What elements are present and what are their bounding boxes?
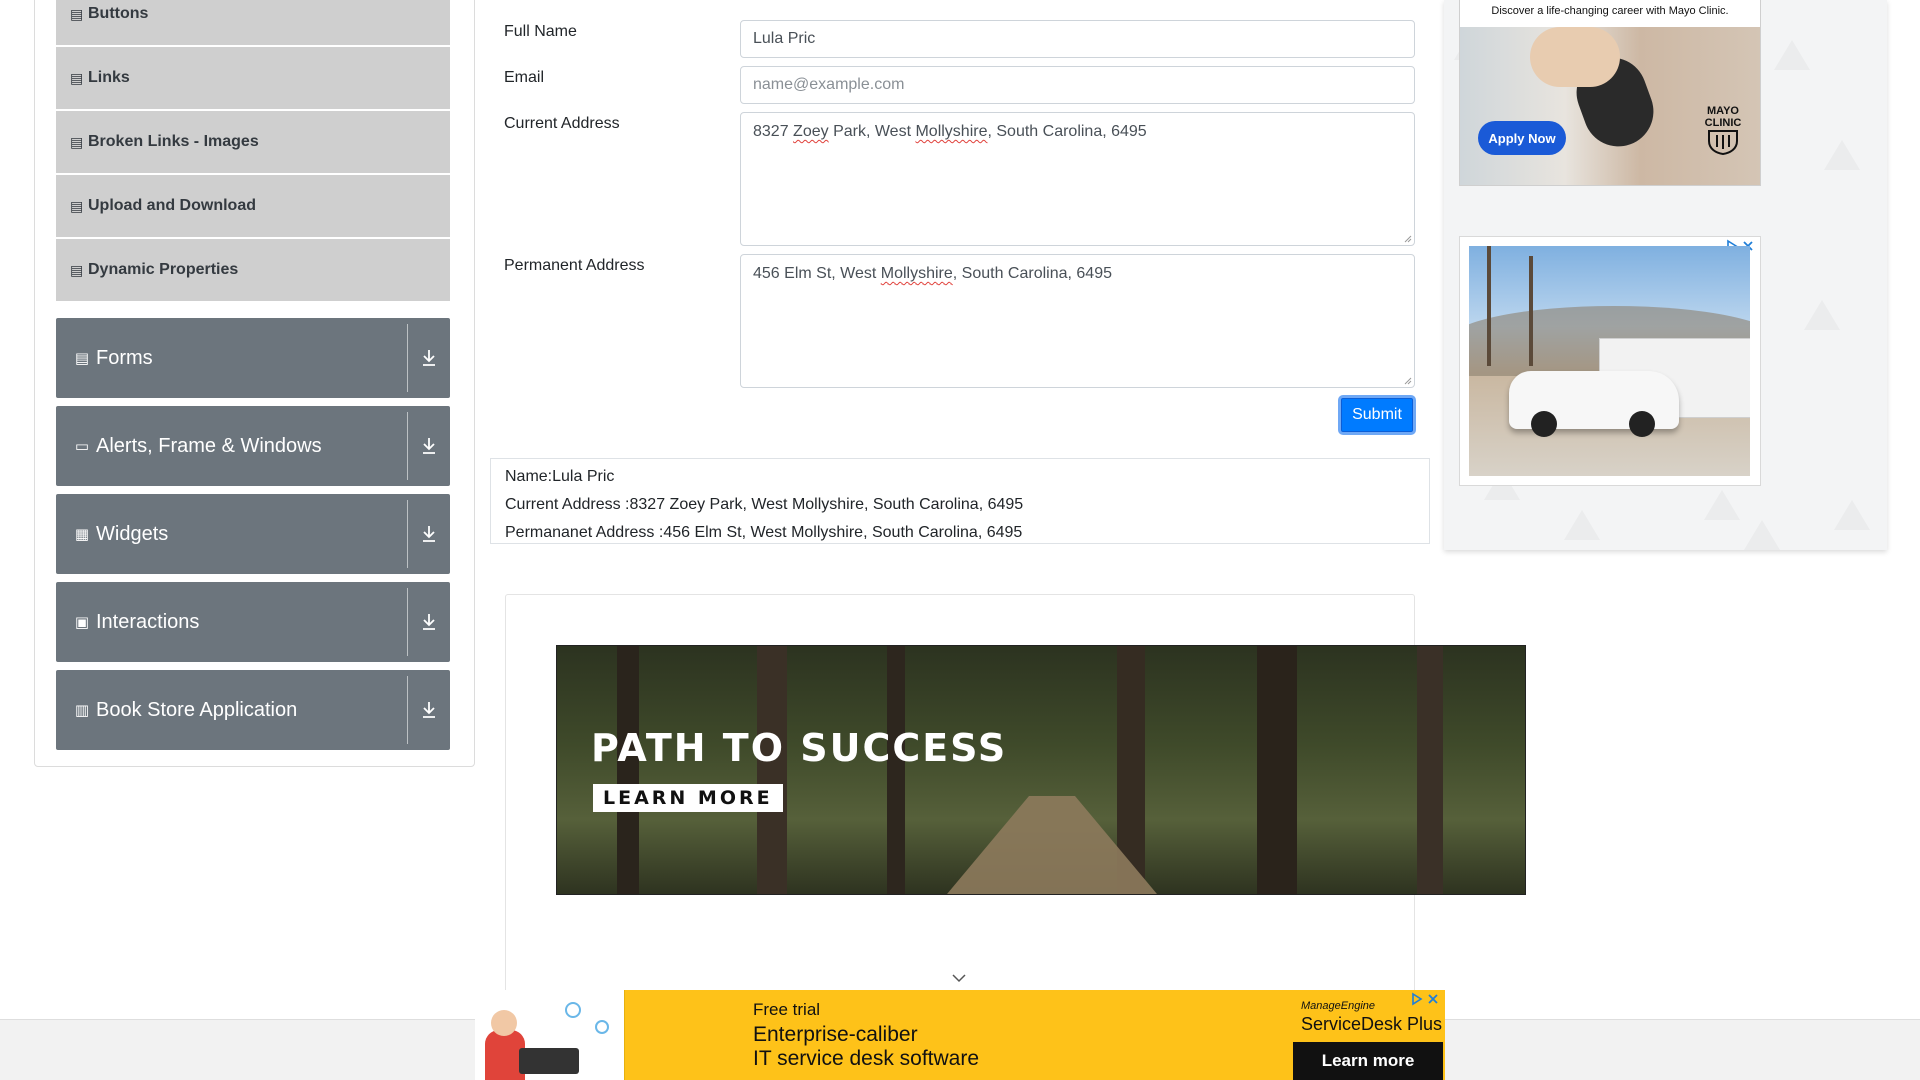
chevron-down-icon[interactable] [951,973,967,983]
text: 8327 [753,123,794,140]
sidebar-item-label: Buttons [88,5,149,22]
mayo-shield-icon [1708,130,1738,156]
misspelled-word: Zoey [793,123,829,140]
window-icon: ▭ [74,438,90,455]
email-label: Email [504,69,545,86]
sidebar-group-forms[interactable]: ▤ Forms [56,318,450,398]
group-label: Book Store Application [96,698,298,721]
output-box: Name:Lula Pric Current Address :8327 Zoe… [490,458,1430,544]
current-address-label: Current Address [504,115,620,132]
group-label: Interactions [96,610,200,633]
current-address-textarea[interactable]: 8327 Zoey Park, West Mollyshire, South C… [740,112,1415,246]
full-name-value: Lula Pric [753,30,816,47]
books-icon: ▥ [74,702,90,719]
group-label: Forms [96,346,153,369]
sidebar-group-widgets[interactable]: ▦ Widgets [56,494,450,574]
logo-text: CLINIC [1704,117,1742,129]
adchoices-icon[interactable] [1409,992,1441,1006]
output-permanent-address: Permananet Address :456 Elm St, West Mol… [505,524,1023,541]
manageengine-logo: ManageEngine [1301,1000,1376,1012]
sidebar-group-alerts[interactable]: ▭ Alerts, Frame & Windows [56,406,450,486]
path-to-success-ad[interactable]: PATH TO SUCCESS LEARN MORE [556,645,1526,895]
text: , South Carolina, 6495 [952,265,1112,282]
permanent-address-label: Permanent Address [504,257,645,274]
full-name-label: Full Name [504,23,577,40]
html5-icon: ▤ [70,133,84,150]
download-icon[interactable] [408,494,450,574]
submit-button[interactable]: Submit [1338,395,1416,435]
download-icon[interactable] [408,582,450,662]
document-icon: ▤ [74,350,90,367]
sidebar-item-label: Broken Links - Images [88,133,259,150]
misspelled-word: Mollyshire [915,123,988,140]
servicedesk-ad[interactable]: Free trial Enterprise-caliber IT service… [475,990,1445,1080]
ad-line3: IT service desk software [753,1047,980,1070]
output-current-address: Current Address :8327 Zoey Park, West Mo… [505,496,1024,513]
text: Park, West [828,123,916,140]
learn-more-button[interactable]: Learn more [1293,1042,1443,1080]
email-input[interactable]: name@example.com [740,66,1415,104]
text: 456 Elm St, West [753,265,881,282]
interactions-icon: ▣ [74,614,90,631]
output-name: Name:Lula Pric [505,468,615,485]
mayo-clinic-ad[interactable]: Discover a life-changing career with May… [1459,0,1761,186]
resize-handle-icon[interactable] [1402,375,1412,385]
ad-line2: Enterprise-caliber [753,1023,918,1046]
permanent-address-textarea[interactable]: 456 Elm St, West Mollyshire, South Carol… [740,254,1415,388]
ad-line1: Free trial [753,1000,821,1019]
html5-icon: ▤ [70,69,84,86]
sidebar-item-label: Dynamic Properties [88,261,239,278]
forest-photo [557,646,1525,894]
sidebar-group-book-store[interactable]: ▥ Book Store Application [56,670,450,750]
sidebar-item-label: Upload and Download [88,197,256,214]
html5-icon: ▤ [70,197,84,214]
sidebar-item-label: Links [88,69,130,86]
apply-now-button[interactable]: Apply Now [1478,121,1566,155]
download-icon[interactable] [408,318,450,398]
sidebar-item-upload-download[interactable]: ▤ Upload and Download [56,175,450,237]
group-label: Widgets [96,522,169,545]
servicedesk-logo: ServiceDesk Plus [1301,1014,1443,1034]
sidebar-item-links[interactable]: ▤ Links [56,47,450,109]
group-label: Alerts, Frame & Windows [96,434,322,457]
misspelled-word: Mollyshire [880,265,953,282]
logo-text: MAYO [1707,105,1739,117]
html5-icon: ▤ [70,261,84,278]
car-ad[interactable] [1459,236,1761,486]
html5-icon: ▤ [70,5,84,22]
sidebar-group-interactions[interactable]: ▣ Interactions [56,582,450,662]
resize-handle-icon[interactable] [1402,233,1412,243]
car-ad-photo [1469,246,1750,476]
full-name-input[interactable]: Lula Pric [740,20,1415,58]
sidebar-item-dynamic-properties[interactable]: ▤ Dynamic Properties [56,239,450,301]
download-icon[interactable] [408,670,450,750]
download-icon[interactable] [408,406,450,486]
mayo-logo: MAYO CLINIC [1698,105,1748,158]
email-placeholder: name@example.com [753,76,905,93]
learn-more-button[interactable]: LEARN MORE [593,784,783,812]
ad-tagline: Discover a life-changing career with May… [1460,0,1760,27]
widgets-icon: ▦ [74,526,90,543]
sidebar-item-broken-links[interactable]: ▤ Broken Links - Images [56,111,450,173]
illustration [475,990,625,1080]
banner-headline: PATH TO SUCCESS [591,726,1008,770]
text: , South Carolina, 6495 [987,123,1147,140]
sidebar-item-buttons[interactable]: ▤ Buttons [56,0,450,45]
